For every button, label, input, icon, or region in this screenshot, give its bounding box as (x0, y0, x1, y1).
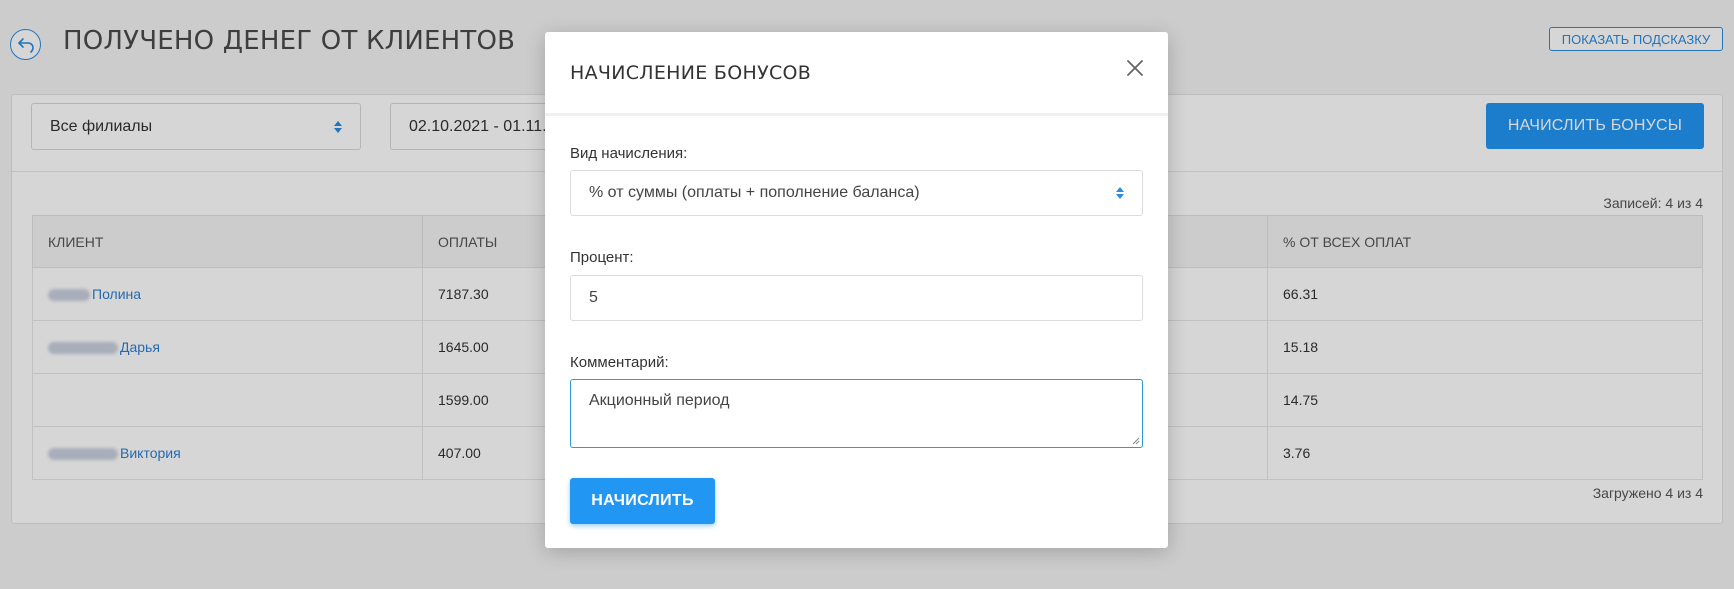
modal-title: НАЧИСЛЕНИЕ БОНУСОВ (570, 62, 812, 84)
accrual-type-select[interactable]: % от суммы (оплаты + пополнение баланса) (570, 170, 1143, 216)
percent-label: Процент: (570, 249, 634, 266)
select-arrows-icon (1116, 187, 1124, 199)
accrual-type-label: Вид начисления: (570, 145, 688, 162)
comment-value: Акционный период (589, 392, 730, 409)
percent-input[interactable]: 5 (570, 275, 1143, 321)
accrual-type-value: % от суммы (оплаты + пополнение баланса) (589, 184, 920, 201)
resize-grip-icon[interactable] (1131, 436, 1140, 445)
comment-textarea[interactable]: Акционный период (570, 379, 1143, 448)
modal-header: НАЧИСЛЕНИЕ БОНУСОВ (545, 32, 1168, 116)
comment-label: Комментарий: (570, 354, 669, 371)
submit-accrue-button[interactable]: НАЧИСЛИТЬ (570, 478, 715, 524)
close-icon[interactable] (1125, 58, 1145, 78)
bonus-accrual-modal: НАЧИСЛЕНИЕ БОНУСОВ Вид начисления: % от … (545, 32, 1168, 548)
